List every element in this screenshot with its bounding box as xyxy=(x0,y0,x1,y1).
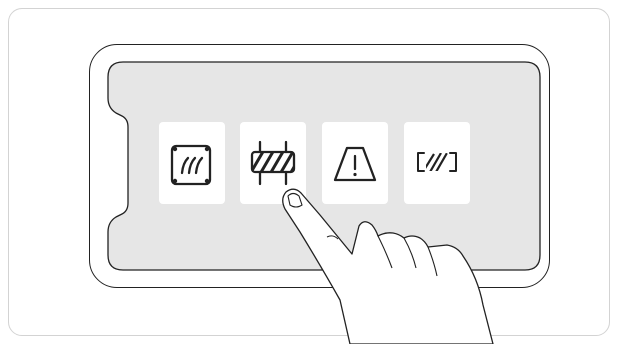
heated-windscreen-tile[interactable] xyxy=(159,122,225,204)
road-barrier-tile[interactable] xyxy=(240,122,306,204)
lane-warning-icon xyxy=(333,146,377,182)
camera-frame-icon xyxy=(417,152,457,172)
road-barrier-icon xyxy=(250,140,296,186)
camera-frame-tile[interactable] xyxy=(404,122,470,204)
heated-windscreen-icon xyxy=(170,144,212,186)
lane-warning-tile[interactable] xyxy=(322,122,388,204)
phone-screen xyxy=(107,61,541,271)
